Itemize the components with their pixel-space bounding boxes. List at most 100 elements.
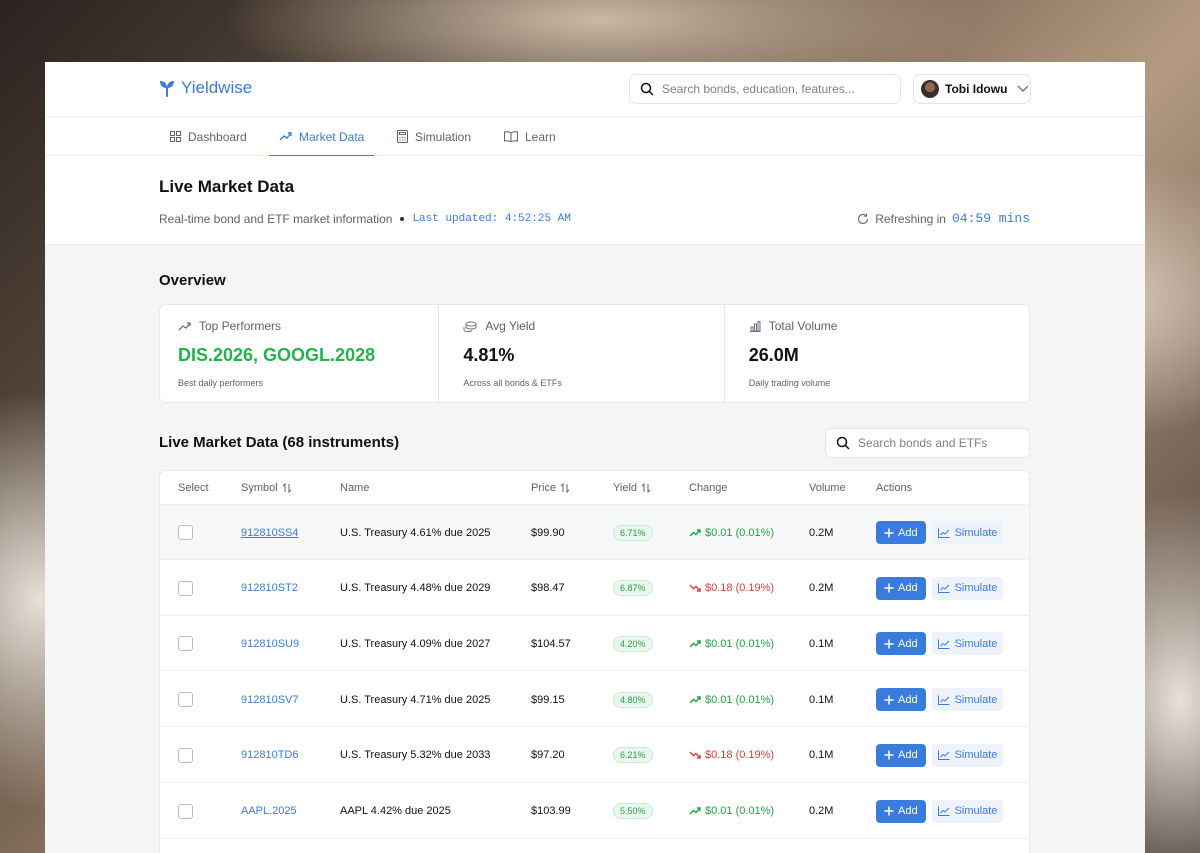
simulate-button[interactable]: Simulate bbox=[931, 688, 1004, 712]
simulate-button[interactable]: Simulate bbox=[931, 743, 1004, 767]
yield-badge: 6.87% bbox=[613, 580, 653, 597]
simulate-button[interactable]: Simulate bbox=[931, 799, 1004, 823]
yield-cell: 6.87% bbox=[613, 561, 653, 616]
actions-cell: Add Simulate bbox=[876, 616, 1004, 671]
simulate-button[interactable]: Simulate bbox=[931, 632, 1004, 656]
row-checkbox[interactable] bbox=[178, 580, 193, 596]
add-button-label: Add bbox=[898, 693, 918, 706]
symbol-link[interactable]: AAPL.2025 bbox=[241, 805, 297, 817]
table-search-input[interactable] bbox=[858, 436, 1029, 450]
table-search[interactable] bbox=[825, 428, 1030, 458]
name-cell: U.S. Treasury 4.09% due 2027 bbox=[340, 637, 491, 650]
global-search-input[interactable] bbox=[662, 82, 882, 96]
price-cell: $103.99 bbox=[531, 805, 571, 817]
col-name: Name bbox=[340, 482, 370, 494]
tab-learn-label: Learn bbox=[525, 129, 556, 144]
volume-cell: 0.2M bbox=[809, 582, 834, 595]
yield-cell: 4.20% bbox=[613, 616, 653, 671]
change-cell: $0.01 (0.01%) bbox=[689, 616, 774, 671]
symbol-link[interactable]: 912810ST2 bbox=[241, 582, 298, 594]
overview-card-label: Avg Yield bbox=[463, 319, 535, 333]
user-name: Tobi Idowu bbox=[945, 82, 1008, 96]
tab-simulation[interactable]: Simulation bbox=[397, 117, 471, 156]
trend-up-icon bbox=[689, 807, 701, 815]
change-cell: $0.01 (0.01%) bbox=[689, 672, 774, 727]
total-volume-value: 26.0M bbox=[748, 345, 799, 365]
volume-cell: 0.2M bbox=[809, 805, 834, 817]
change-value: $0.01 (0.01%) bbox=[689, 638, 774, 650]
symbol-cell: 912810ST2 bbox=[241, 561, 298, 616]
line-chart-icon bbox=[937, 639, 950, 649]
change-text: $0.01 (0.01%) bbox=[705, 637, 775, 650]
symbol-link[interactable]: 912810SU9 bbox=[241, 638, 299, 650]
change-cell: $0.18 (0.19%) bbox=[689, 728, 774, 783]
refresh-status: Refreshing in 04:59 mins bbox=[857, 211, 1030, 226]
avg-yield-sub: Across all bonds & ETFs bbox=[463, 378, 562, 388]
col-change: Change bbox=[689, 482, 728, 494]
search-icon bbox=[836, 436, 850, 450]
simulate-button[interactable]: Simulate bbox=[931, 521, 1004, 544]
add-button[interactable]: Add bbox=[876, 743, 926, 767]
col-price[interactable]: Price bbox=[531, 482, 570, 494]
symbol-link[interactable]: 912810SV7 bbox=[241, 694, 299, 706]
symbol-cell: 912810SS4 bbox=[241, 505, 299, 560]
add-button-label: Add bbox=[898, 749, 918, 762]
table-row[interactable]: 912810ST2 U.S. Treasury 4.48% due 2029 $… bbox=[160, 560, 1029, 616]
market-data-table: Select Symbol Name Price Yield Change Vo… bbox=[159, 470, 1030, 853]
tab-market-data[interactable]: Market Data bbox=[268, 117, 375, 157]
col-symbol[interactable]: Symbol bbox=[241, 482, 292, 494]
plus-icon bbox=[884, 750, 894, 760]
yield-badge: 6.21% bbox=[613, 747, 653, 764]
volume-cell: 0.1M bbox=[809, 749, 834, 762]
table-row[interactable]: 912810TD6 U.S. Treasury 5.32% due 2033 $… bbox=[160, 727, 1029, 783]
col-symbol-label: Symbol bbox=[241, 482, 278, 494]
row-select-cell bbox=[178, 616, 193, 671]
table-row[interactable]: AAPL.2025 AAPL 4.42% due 2025 $103.99 5.… bbox=[160, 783, 1029, 839]
main-nav: Dashboard Market Data Simulation Learn bbox=[45, 117, 1145, 157]
row-checkbox[interactable] bbox=[178, 803, 193, 819]
app-window: Yieldwise Tobi Idowu Dashboard bbox=[45, 62, 1145, 853]
price-cell: $99.15 bbox=[531, 693, 565, 706]
volume-cell: 0.2M bbox=[809, 526, 834, 539]
add-button[interactable]: Add bbox=[876, 521, 926, 544]
change-value: $0.01 (0.01%) bbox=[689, 527, 774, 539]
col-price-label: Price bbox=[531, 482, 557, 494]
col-yield[interactable]: Yield bbox=[613, 482, 651, 494]
brand-logo[interactable]: Yieldwise bbox=[159, 78, 252, 98]
add-button[interactable]: Add bbox=[876, 576, 926, 600]
simulate-button-label: Simulate bbox=[954, 637, 998, 650]
add-button-label: Add bbox=[898, 526, 918, 539]
table-row[interactable]: 912810SU9 U.S. Treasury 4.09% due 2027 $… bbox=[160, 616, 1029, 672]
name-cell: AAPL 4.42% due 2025 bbox=[340, 805, 451, 817]
user-menu[interactable]: Tobi Idowu bbox=[913, 74, 1031, 104]
page-title: Live Market Data bbox=[159, 177, 295, 196]
symbol-link[interactable]: 912810SS4 bbox=[241, 527, 299, 539]
add-button-label: Add bbox=[898, 805, 918, 817]
row-select-cell bbox=[178, 728, 193, 783]
tab-simulation-label: Simulation bbox=[415, 129, 472, 144]
symbol-link[interactable]: 912810TD6 bbox=[241, 749, 299, 761]
separator-dot bbox=[400, 217, 405, 221]
row-checkbox[interactable] bbox=[178, 525, 193, 540]
add-button[interactable]: Add bbox=[876, 688, 926, 712]
plus-icon bbox=[884, 806, 894, 816]
simulate-button[interactable]: Simulate bbox=[931, 576, 1004, 600]
yield-cell: 4.80% bbox=[613, 672, 653, 727]
price-cell: $97.20 bbox=[531, 749, 565, 762]
tab-learn[interactable]: Learn bbox=[504, 117, 556, 156]
row-checkbox[interactable] bbox=[178, 636, 193, 652]
row-checkbox[interactable] bbox=[178, 747, 193, 763]
yield-cell: 5.50% bbox=[613, 784, 653, 839]
avg-yield-value: 4.81% bbox=[463, 345, 515, 365]
add-button[interactable]: Add bbox=[876, 632, 926, 656]
row-checkbox[interactable] bbox=[178, 692, 193, 708]
trend-up-icon bbox=[689, 695, 701, 704]
overview-cards: Top Performers DIS.2026, GOOGL.2028 Best… bbox=[159, 304, 1030, 403]
table-row[interactable]: 912810SV7 U.S. Treasury 4.71% due 2025 $… bbox=[160, 672, 1029, 728]
tab-dashboard[interactable]: Dashboard bbox=[170, 117, 247, 156]
yield-badge: 4.20% bbox=[613, 635, 653, 652]
global-search[interactable] bbox=[629, 74, 901, 104]
table-row[interactable]: 912810SS4 U.S. Treasury 4.61% due 2025 $… bbox=[160, 505, 1029, 560]
change-cell: $0.01 (0.01%) bbox=[689, 784, 774, 839]
add-button[interactable]: Add bbox=[876, 799, 926, 823]
